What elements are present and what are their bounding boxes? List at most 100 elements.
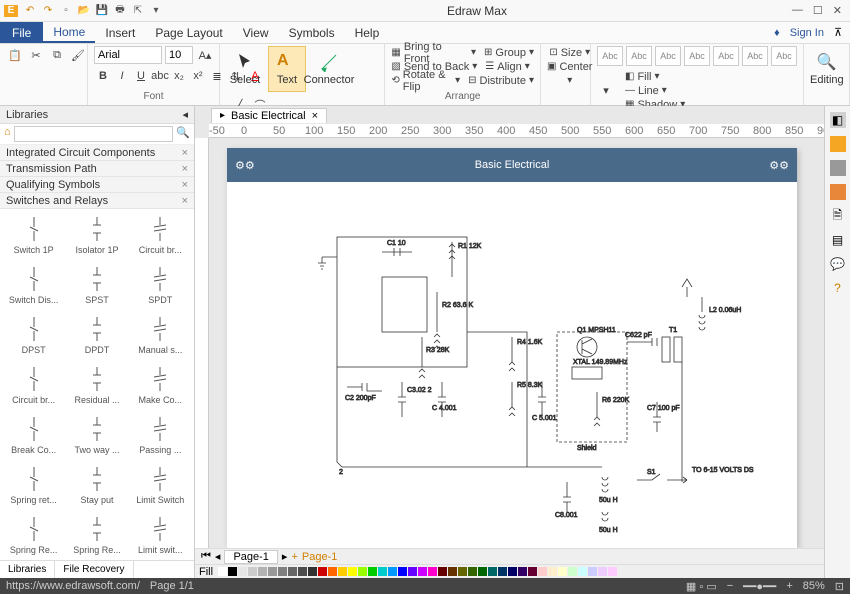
library-item[interactable]: SPST (67, 263, 126, 311)
close-icon[interactable]: × (182, 195, 188, 207)
color-swatch[interactable] (478, 567, 487, 576)
pane-toggle-icon[interactable]: ◂ (182, 108, 188, 121)
library-item[interactable]: Limit Switch (131, 463, 190, 511)
strike-icon[interactable]: abc (151, 67, 169, 85)
grow-font-icon[interactable]: A▴ (196, 46, 214, 64)
new-icon[interactable]: ▫ (60, 5, 72, 17)
color-swatch[interactable] (568, 567, 577, 576)
underline-icon[interactable]: U (132, 67, 150, 85)
library-item[interactable]: Manual s... (131, 313, 190, 361)
color-swatch[interactable] (338, 567, 347, 576)
color-swatch[interactable] (538, 567, 547, 576)
section-switches-relays[interactable]: Switches and Relays× (0, 193, 194, 209)
color-swatch[interactable] (378, 567, 387, 576)
color-swatch[interactable] (598, 567, 607, 576)
page[interactable]: ⚙⚙ Basic Electrical ⚙⚙ C1 (227, 148, 797, 548)
page-icon[interactable]: 🗎 (830, 208, 846, 224)
color-swatch[interactable] (218, 567, 227, 576)
library-item[interactable]: Switch Dis... (4, 263, 63, 311)
font-name-select[interactable] (94, 46, 162, 64)
library-item[interactable]: Spring Re... (4, 513, 63, 560)
zoom-in-icon[interactable]: + (786, 580, 792, 592)
color-swatch[interactable] (608, 567, 617, 576)
color-swatch[interactable] (418, 567, 427, 576)
file-menu[interactable]: File (0, 22, 43, 43)
color-swatch[interactable] (488, 567, 497, 576)
center-btn[interactable]: ▣ Center (547, 60, 592, 73)
superscript-icon[interactable]: x² (189, 67, 207, 85)
maximize-icon[interactable]: ☐ (813, 4, 823, 17)
color-swatch[interactable] (448, 567, 457, 576)
library-item[interactable]: DPST (4, 313, 63, 361)
more-arrange-icon[interactable]: ▾ (567, 74, 572, 87)
home-icon[interactable]: ⌂ (4, 126, 11, 142)
close-icon[interactable]: × (182, 163, 188, 175)
page-nav-next-icon[interactable]: ▸ (282, 550, 288, 563)
fill-btn[interactable]: ◧ Fill▾ (625, 70, 685, 83)
tab-home[interactable]: Home (43, 22, 95, 43)
bold-icon[interactable]: B (94, 67, 112, 85)
color-swatch[interactable] (348, 567, 357, 576)
library-item[interactable]: Two way ... (67, 413, 126, 461)
page-tab-1[interactable]: Page-1 (224, 550, 277, 564)
color-swatch[interactable] (428, 567, 437, 576)
tab-insert[interactable]: Insert (95, 22, 145, 43)
color-swatch[interactable] (278, 567, 287, 576)
color-swatch[interactable] (248, 567, 257, 576)
undo-icon[interactable]: ↶ (24, 5, 36, 17)
color-swatch[interactable] (328, 567, 337, 576)
close-icon[interactable]: × (312, 110, 318, 122)
color-swatch[interactable] (438, 567, 447, 576)
format-painter-icon[interactable]: 🖌 (69, 46, 87, 64)
page-nav-first-icon[interactable]: ⏮ (201, 550, 211, 563)
color-swatch[interactable] (458, 567, 467, 576)
orange2-tool-icon[interactable] (830, 184, 846, 200)
tab-symbols[interactable]: Symbols (279, 22, 345, 43)
close-icon[interactable]: × (182, 147, 188, 159)
color-swatch[interactable] (228, 567, 237, 576)
library-item[interactable]: DPDT (67, 313, 126, 361)
cut-icon[interactable]: ✂ (27, 46, 45, 64)
canvas[interactable]: ⚙⚙ Basic Electrical ⚙⚙ C1 (209, 138, 824, 548)
library-item[interactable]: Stay put (67, 463, 126, 511)
page-tab-orange[interactable]: Page-1 (302, 551, 337, 563)
color-swatch[interactable] (298, 567, 307, 576)
status-url[interactable]: https://www.edrawsoft.com/ (6, 580, 140, 592)
comment-icon[interactable]: 💬 (830, 256, 846, 272)
distribute-btn[interactable]: ⊟ Distribute▾ (468, 74, 534, 87)
style-more-icon[interactable]: ▾ (597, 82, 615, 100)
color-swatch[interactable] (288, 567, 297, 576)
library-item[interactable]: Spring Re... (67, 513, 126, 560)
tab-libraries[interactable]: Libraries (0, 561, 55, 578)
color-swatch[interactable] (388, 567, 397, 576)
color-swatch[interactable] (528, 567, 537, 576)
tab-help[interactable]: Help (345, 22, 390, 43)
color-swatch[interactable] (368, 567, 377, 576)
library-item[interactable]: Residual ... (67, 363, 126, 411)
doc-tab-basic-electrical[interactable]: ▸ Basic Electrical × (211, 108, 327, 123)
tab-view[interactable]: View (233, 22, 279, 43)
editing-btn[interactable]: 🔍Editing (810, 46, 844, 92)
paste-icon[interactable]: 📋 (6, 46, 24, 64)
library-item[interactable]: Spring ret... (4, 463, 63, 511)
orange-tool-icon[interactable] (830, 136, 846, 152)
color-swatch[interactable] (558, 567, 567, 576)
fit-page-icon[interactable]: ⊡ (835, 580, 844, 593)
color-swatch[interactable] (518, 567, 527, 576)
save-icon[interactable]: 💾 (96, 5, 108, 17)
zoom-out-icon[interactable]: − (727, 580, 733, 592)
minimize-icon[interactable]: — (792, 4, 803, 17)
color-swatch[interactable] (308, 567, 317, 576)
connector-tool[interactable]: Connector (310, 46, 348, 92)
zoom-slider[interactable]: ━━●━━ (743, 580, 776, 593)
add-page-icon[interactable]: + (291, 551, 297, 563)
help-icon[interactable]: ♦ (774, 27, 780, 39)
tab-page-layout[interactable]: Page Layout (145, 22, 232, 43)
sign-in-link[interactable]: Sign In (790, 27, 824, 39)
line-btn[interactable]: — Line▾ (625, 84, 685, 97)
color-swatch[interactable] (588, 567, 597, 576)
theme-icon[interactable]: ◧ (830, 112, 846, 128)
redo-icon[interactable]: ↷ (42, 5, 54, 17)
close-icon[interactable]: × (182, 179, 188, 191)
schematic-diagram[interactable]: C1 10 R1 12K R2 63.6 K R3 28K C2 200pF (227, 182, 797, 548)
